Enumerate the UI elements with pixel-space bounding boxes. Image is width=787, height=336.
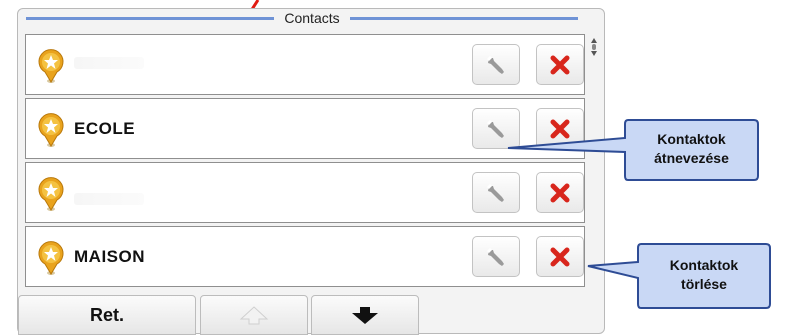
delete-contact-button[interactable] — [536, 44, 584, 85]
scroll-down-button[interactable] — [311, 295, 419, 335]
favorite-star-icon — [38, 49, 64, 83]
rename-callout: Kontaktok átnevezése — [498, 110, 768, 190]
favorite-star-icon — [38, 177, 64, 211]
wrench-icon — [487, 247, 504, 266]
contact-row[interactable]: MAISON — [25, 226, 585, 287]
rename-contact-button[interactable] — [472, 44, 520, 85]
contact-row[interactable] — [25, 34, 585, 95]
arrow-down-icon — [352, 307, 378, 324]
contact-name-blank — [74, 193, 144, 205]
red-x-icon — [550, 247, 570, 266]
delete-contact-button[interactable] — [536, 236, 584, 277]
bottom-bar: Ret. — [18, 295, 604, 335]
favorite-star-icon — [38, 241, 64, 275]
back-button[interactable]: Ret. — [18, 295, 196, 335]
red-x-icon — [550, 55, 570, 74]
delete-label-line1: Kontaktok — [669, 257, 739, 273]
wrench-icon — [487, 55, 504, 74]
scroll-up-button[interactable] — [200, 295, 308, 335]
window-title: Contacts — [284, 10, 340, 26]
contact-name: MAISON — [74, 247, 145, 266]
delete-label-line2: törlése — [681, 276, 727, 292]
favorite-star-icon — [38, 113, 64, 147]
rename-label-line1: Kontaktok — [657, 131, 726, 147]
rename-contact-button[interactable] — [472, 236, 520, 277]
delete-callout: Kontaktok törlése — [580, 236, 780, 318]
arrow-up-icon — [239, 306, 269, 325]
contact-name: ECOLE — [74, 119, 136, 138]
scroll-indicator-icon[interactable] — [590, 37, 598, 57]
contact-name-blank — [74, 57, 144, 69]
rename-label-line2: átnevezése — [654, 150, 729, 166]
